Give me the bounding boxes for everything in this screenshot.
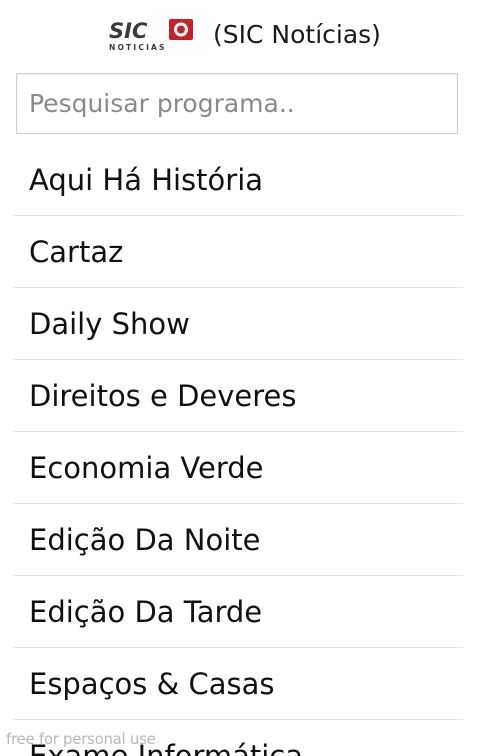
logo-text-sic: SIC — [109, 19, 148, 43]
list-item[interactable]: Espaços & Casas — [13, 648, 463, 720]
watermark: free for personal use — [6, 730, 156, 748]
search-box[interactable] — [16, 73, 458, 134]
program-name: Aqui Há História — [29, 163, 264, 197]
program-name: Edição Da Tarde — [29, 595, 263, 629]
channel-title: (SIC Notícias) — [213, 20, 381, 49]
list-item[interactable]: Daily Show — [13, 288, 463, 360]
program-name: Edição Da Noite — [29, 523, 261, 557]
program-list: Aqui Há História Cartaz Daily Show Direitos… — [0, 144, 477, 756]
search-input[interactable] — [17, 74, 457, 133]
list-item[interactable]: Edição Da Noite — [13, 504, 463, 576]
list-item[interactable]: Direitos e Deveres — [13, 360, 463, 432]
program-name: Direitos e Deveres — [29, 379, 297, 413]
program-name: Daily Show — [29, 307, 190, 341]
program-name: Espaços & Casas — [29, 667, 275, 701]
list-item[interactable]: Cartaz — [13, 216, 463, 288]
program-name: Economia Verde — [29, 451, 264, 485]
channel-header: SIC NOTICIAS (SIC Notícias) — [0, 0, 477, 72]
logo-text-noticias: NOTICIAS — [109, 43, 167, 52]
program-name: Cartaz — [29, 235, 124, 269]
list-item[interactable]: Economia Verde — [13, 432, 463, 504]
list-item[interactable]: Aqui Há História — [13, 144, 463, 216]
list-item[interactable]: Edição Da Tarde — [13, 576, 463, 648]
sic-noticias-logo: SIC NOTICIAS — [109, 19, 193, 52]
app-screen: SIC NOTICIAS (SIC Notícias) Aqui Há Hist… — [0, 0, 477, 756]
